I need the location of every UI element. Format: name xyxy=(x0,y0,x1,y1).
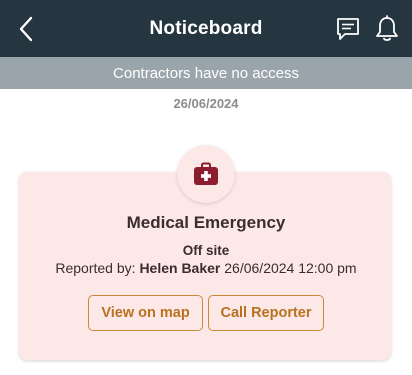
notifications-button[interactable] xyxy=(372,14,402,44)
message-icon xyxy=(337,18,359,40)
reported-by-label: Reported by: xyxy=(55,260,136,276)
messages-button[interactable] xyxy=(333,14,363,44)
notice-reported-line: Reported by: Helen Baker 26/06/2024 12:0… xyxy=(0,260,412,276)
notice-title: Medical Emergency xyxy=(126,213,286,232)
reporter-name: Helen Baker xyxy=(139,260,221,276)
reported-datetime: 26/06/2024 12:00 pm xyxy=(224,260,357,276)
back-button[interactable] xyxy=(12,14,40,44)
feed-date: 26/06/2024 xyxy=(173,96,239,111)
access-banner: Contractors have no access xyxy=(0,57,412,89)
chevron-left-icon xyxy=(19,16,33,42)
call-reporter-button[interactable]: Call Reporter xyxy=(208,295,324,331)
notice-icon-badge xyxy=(177,145,235,203)
view-on-map-button[interactable]: View on map xyxy=(88,295,203,331)
bell-icon xyxy=(376,15,398,41)
medical-kit-icon xyxy=(194,162,218,185)
page-title: Noticeboard xyxy=(149,17,263,39)
app-header: Noticeboard xyxy=(0,0,412,57)
notice-location: Off site xyxy=(182,243,230,258)
